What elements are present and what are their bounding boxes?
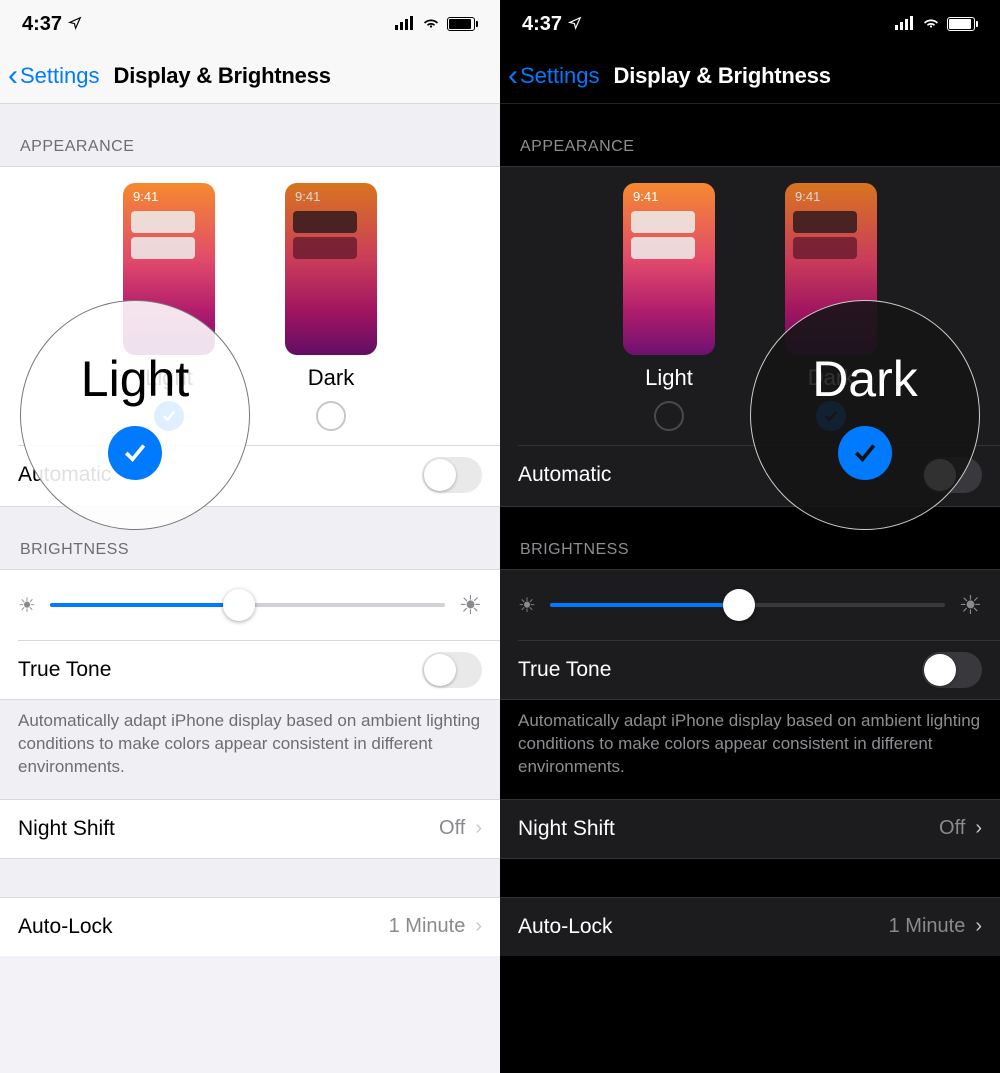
auto-lock-value: 1 Minute [389, 915, 466, 938]
magnifier-label: Light [81, 350, 189, 408]
auto-lock-label: Auto-Lock [518, 915, 613, 939]
sun-min-icon: ☀︎ [18, 593, 36, 618]
night-shift-value: Off [939, 817, 965, 840]
status-time: 4:37 [522, 13, 562, 36]
night-shift-label: Night Shift [18, 817, 115, 841]
magnifier-callout: Dark [750, 300, 980, 530]
brightness-slider-row: ☀︎ ☀︎ [0, 570, 500, 640]
chevron-right-icon: › [975, 915, 982, 938]
battery-icon [447, 17, 478, 31]
true-tone-label: True Tone [518, 658, 611, 682]
night-shift-label: Night Shift [518, 817, 615, 841]
battery-icon [947, 17, 978, 31]
section-header-appearance: APPEARANCE [500, 104, 1000, 166]
true-tone-footer: Automatically adapt iPhone display based… [500, 700, 1000, 799]
status-bar: 4:37 [0, 0, 500, 48]
auto-lock-row[interactable]: Auto-Lock 1 Minute › [500, 898, 1000, 956]
true-tone-row: True Tone [500, 641, 1000, 699]
nav-bar: ‹ Settings Display & Brightness [500, 48, 1000, 104]
chevron-right-icon: › [475, 915, 482, 938]
magnifier-callout: Light [20, 300, 250, 530]
wifi-icon [421, 13, 441, 36]
preview-thumbnail-dark: 9:41 [285, 183, 377, 355]
back-button[interactable]: ‹ Settings [508, 61, 600, 91]
status-bar: 4:37 [500, 0, 1000, 48]
back-label: Settings [20, 63, 100, 89]
chevron-right-icon: › [475, 817, 482, 840]
wifi-icon [921, 13, 941, 36]
true-tone-row: True Tone [0, 641, 500, 699]
status-icons [395, 13, 478, 36]
settings-pane-dark: 4:37 ‹ Settings Display & Brightness APP… [500, 0, 1000, 1073]
automatic-switch[interactable] [422, 457, 482, 493]
sun-max-icon: ☀︎ [959, 590, 982, 621]
cellular-icon [895, 13, 915, 36]
preview-thumbnail-light: 9:41 [623, 183, 715, 355]
night-shift-row[interactable]: Night Shift Off › [500, 800, 1000, 858]
page-title: Display & Brightness [114, 63, 331, 89]
appearance-option-dark[interactable]: 9:41 Dark [285, 183, 377, 431]
true-tone-footer: Automatically adapt iPhone display based… [0, 700, 500, 799]
night-shift-row[interactable]: Night Shift Off › [0, 800, 500, 858]
brightness-slider[interactable] [50, 603, 445, 607]
true-tone-label: True Tone [18, 658, 111, 682]
back-label: Settings [520, 63, 600, 89]
section-header-brightness: BRIGHTNESS [0, 507, 500, 569]
appearance-dark-label: Dark [308, 365, 354, 391]
auto-lock-value: 1 Minute [889, 915, 966, 938]
auto-lock-label: Auto-Lock [18, 915, 113, 939]
radio-dark-unselected[interactable] [316, 401, 346, 431]
chevron-right-icon: › [975, 817, 982, 840]
sun-min-icon: ☀︎ [518, 593, 536, 618]
check-icon [838, 426, 892, 480]
location-icon [68, 13, 82, 36]
chevron-left-icon: ‹ [508, 61, 518, 91]
appearance-option-light[interactable]: 9:41 Light [623, 183, 715, 431]
check-icon [108, 426, 162, 480]
back-button[interactable]: ‹ Settings [8, 61, 100, 91]
settings-pane-light: 4:37 ‹ Settings Display & Brightness APP… [0, 0, 500, 1073]
nav-bar: ‹ Settings Display & Brightness [0, 48, 500, 104]
sun-max-icon: ☀︎ [459, 590, 482, 621]
brightness-slider[interactable] [550, 603, 945, 607]
night-shift-value: Off [439, 817, 465, 840]
magnifier-label: Dark [812, 350, 918, 408]
cellular-icon [395, 13, 415, 36]
auto-lock-row[interactable]: Auto-Lock 1 Minute › [0, 898, 500, 956]
brightness-slider-row: ☀︎ ☀︎ [500, 570, 1000, 640]
status-icons [895, 13, 978, 36]
true-tone-switch[interactable] [922, 652, 982, 688]
section-header-appearance: APPEARANCE [0, 104, 500, 166]
section-header-brightness: BRIGHTNESS [500, 507, 1000, 569]
page-title: Display & Brightness [614, 63, 831, 89]
true-tone-switch[interactable] [422, 652, 482, 688]
radio-light-unselected[interactable] [654, 401, 684, 431]
location-icon [568, 13, 582, 36]
automatic-label: Automatic [518, 463, 611, 487]
status-time: 4:37 [22, 13, 62, 36]
appearance-light-label: Light [645, 365, 693, 391]
chevron-left-icon: ‹ [8, 61, 18, 91]
